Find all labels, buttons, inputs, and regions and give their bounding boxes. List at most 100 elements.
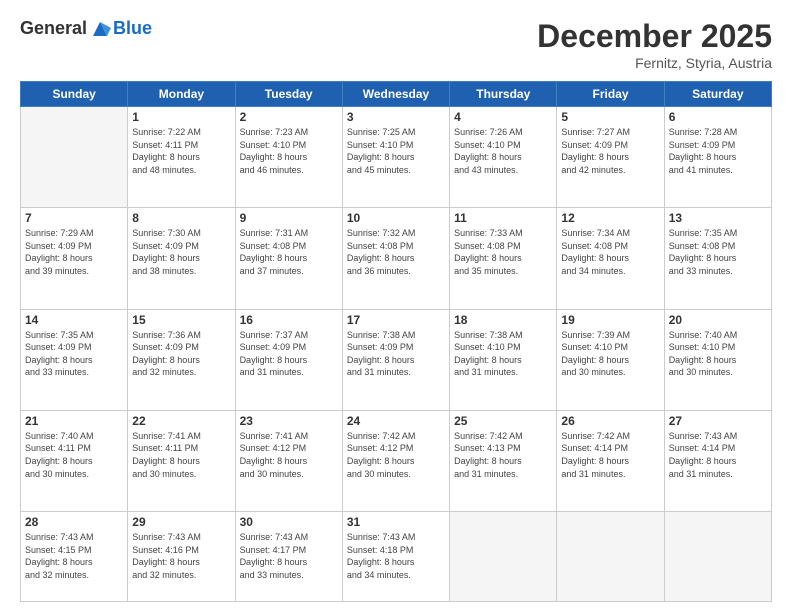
week-row-5: 28Sunrise: 7:43 AMSunset: 4:15 PMDayligh… [21, 512, 772, 602]
weekday-header-sunday: Sunday [21, 82, 128, 107]
calendar-cell: 5 Sunrise: 7:27 AMSunset: 4:09 PMDaylight… [557, 107, 664, 208]
cell-info: Sunrise: 7:23 AMSunset: 4:10 PMDaylight:… [240, 126, 338, 176]
calendar-cell: 23 Sunrise: 7:41 AMSunset: 4:12 PMDayligh… [235, 410, 342, 511]
calendar-table: SundayMondayTuesdayWednesdayThursdayFrid… [20, 81, 772, 602]
location: Fernitz, Styria, Austria [537, 55, 772, 71]
day-number: 22 [132, 414, 230, 428]
weekday-header-tuesday: Tuesday [235, 82, 342, 107]
calendar-cell: 30Sunrise: 7:43 AMSunset: 4:17 PMDayligh… [235, 512, 342, 602]
day-number: 19 [561, 313, 659, 327]
calendar-cell: 12 Sunrise: 7:34 AMSunset: 4:08 PMDayligh… [557, 208, 664, 309]
cell-info: Sunrise: 7:29 AMSunset: 4:09 PMDaylight:… [25, 227, 123, 277]
cell-info: Sunrise: 7:31 AMSunset: 4:08 PMDaylight:… [240, 227, 338, 277]
cell-info: Sunrise: 7:34 AMSunset: 4:08 PMDaylight:… [561, 227, 659, 277]
logo: General Blue [20, 18, 152, 40]
week-row-4: 21 Sunrise: 7:40 AMSunset: 4:11 PMDayligh… [21, 410, 772, 511]
day-number: 12 [561, 211, 659, 225]
cell-info: Sunrise: 7:22 AMSunset: 4:11 PMDaylight:… [132, 126, 230, 176]
calendar-cell: 8 Sunrise: 7:30 AMSunset: 4:09 PMDaylight… [128, 208, 235, 309]
calendar-cell: 2 Sunrise: 7:23 AMSunset: 4:10 PMDaylight… [235, 107, 342, 208]
cell-info: Sunrise: 7:27 AMSunset: 4:09 PMDaylight:… [561, 126, 659, 176]
day-number: 29 [132, 515, 230, 529]
calendar-cell: 9 Sunrise: 7:31 AMSunset: 4:08 PMDaylight… [235, 208, 342, 309]
day-number: 10 [347, 211, 445, 225]
cell-info: Sunrise: 7:25 AMSunset: 4:10 PMDaylight:… [347, 126, 445, 176]
day-number: 8 [132, 211, 230, 225]
weekday-header-row: SundayMondayTuesdayWednesdayThursdayFrid… [21, 82, 772, 107]
logo-blue: Blue [113, 18, 152, 39]
day-number: 11 [454, 211, 552, 225]
cell-info: Sunrise: 7:39 AMSunset: 4:10 PMDaylight:… [561, 329, 659, 379]
cell-info: Sunrise: 7:43 AMSunset: 4:15 PMDaylight:… [25, 531, 123, 581]
calendar-cell: 17 Sunrise: 7:38 AMSunset: 4:09 PMDayligh… [342, 309, 449, 410]
day-number: 27 [669, 414, 767, 428]
day-number: 31 [347, 515, 445, 529]
calendar-cell [21, 107, 128, 208]
calendar-cell: 18 Sunrise: 7:38 AMSunset: 4:10 PMDayligh… [450, 309, 557, 410]
cell-info: Sunrise: 7:42 AMSunset: 4:13 PMDaylight:… [454, 430, 552, 480]
cell-info: Sunrise: 7:41 AMSunset: 4:11 PMDaylight:… [132, 430, 230, 480]
day-number: 2 [240, 110, 338, 124]
title-block: December 2025 Fernitz, Styria, Austria [537, 18, 772, 71]
logo-text: General [20, 18, 111, 40]
week-row-3: 14 Sunrise: 7:35 AMSunset: 4:09 PMDayligh… [21, 309, 772, 410]
calendar-cell: 31 Sunrise: 7:43 AMSunset: 4:18 PMDayligh… [342, 512, 449, 602]
header: General Blue December 2025 Fernitz, Styr… [20, 18, 772, 71]
day-number: 21 [25, 414, 123, 428]
week-row-1: 1 Sunrise: 7:22 AMSunset: 4:11 PMDaylight… [21, 107, 772, 208]
calendar-cell: 16Sunrise: 7:37 AMSunset: 4:09 PMDayligh… [235, 309, 342, 410]
day-number: 5 [561, 110, 659, 124]
day-number: 9 [240, 211, 338, 225]
calendar-cell: 10 Sunrise: 7:32 AMSunset: 4:08 PMDayligh… [342, 208, 449, 309]
calendar-cell: 20 Sunrise: 7:40 AMSunset: 4:10 PMDayligh… [664, 309, 771, 410]
calendar-cell: 3 Sunrise: 7:25 AMSunset: 4:10 PMDaylight… [342, 107, 449, 208]
cell-info: Sunrise: 7:42 AMSunset: 4:14 PMDaylight:… [561, 430, 659, 480]
calendar-cell: 27Sunrise: 7:43 AMSunset: 4:14 PMDayligh… [664, 410, 771, 511]
calendar-cell: 13Sunrise: 7:35 AMSunset: 4:08 PMDayligh… [664, 208, 771, 309]
day-number: 23 [240, 414, 338, 428]
cell-info: Sunrise: 7:35 AMSunset: 4:08 PMDaylight:… [669, 227, 767, 277]
day-number: 30 [240, 515, 338, 529]
cell-info: Sunrise: 7:38 AMSunset: 4:09 PMDaylight:… [347, 329, 445, 379]
day-number: 3 [347, 110, 445, 124]
day-number: 14 [25, 313, 123, 327]
day-number: 18 [454, 313, 552, 327]
calendar-cell: 4Sunrise: 7:26 AMSunset: 4:10 PMDaylight… [450, 107, 557, 208]
logo-icon [89, 18, 111, 40]
cell-info: Sunrise: 7:40 AMSunset: 4:11 PMDaylight:… [25, 430, 123, 480]
week-row-2: 7 Sunrise: 7:29 AMSunset: 4:09 PMDaylight… [21, 208, 772, 309]
calendar-cell: 1 Sunrise: 7:22 AMSunset: 4:11 PMDaylight… [128, 107, 235, 208]
calendar-cell: 28Sunrise: 7:43 AMSunset: 4:15 PMDayligh… [21, 512, 128, 602]
calendar-cell [450, 512, 557, 602]
day-number: 4 [454, 110, 552, 124]
cell-info: Sunrise: 7:35 AMSunset: 4:09 PMDaylight:… [25, 329, 123, 379]
weekday-header-friday: Friday [557, 82, 664, 107]
day-number: 25 [454, 414, 552, 428]
calendar-cell: 7 Sunrise: 7:29 AMSunset: 4:09 PMDaylight… [21, 208, 128, 309]
calendar-cell: 22 Sunrise: 7:41 AMSunset: 4:11 PMDayligh… [128, 410, 235, 511]
cell-info: Sunrise: 7:36 AMSunset: 4:09 PMDaylight:… [132, 329, 230, 379]
cell-info: Sunrise: 7:30 AMSunset: 4:09 PMDaylight:… [132, 227, 230, 277]
day-number: 16 [240, 313, 338, 327]
cell-info: Sunrise: 7:43 AMSunset: 4:18 PMDaylight:… [347, 531, 445, 581]
day-number: 17 [347, 313, 445, 327]
cell-info: Sunrise: 7:38 AMSunset: 4:10 PMDaylight:… [454, 329, 552, 379]
weekday-header-thursday: Thursday [450, 82, 557, 107]
calendar-cell: 11Sunrise: 7:33 AMSunset: 4:08 PMDayligh… [450, 208, 557, 309]
day-number: 26 [561, 414, 659, 428]
cell-info: Sunrise: 7:40 AMSunset: 4:10 PMDaylight:… [669, 329, 767, 379]
day-number: 24 [347, 414, 445, 428]
calendar-cell: 6Sunrise: 7:28 AMSunset: 4:09 PMDaylight… [664, 107, 771, 208]
cell-info: Sunrise: 7:32 AMSunset: 4:08 PMDaylight:… [347, 227, 445, 277]
calendar-cell: 19 Sunrise: 7:39 AMSunset: 4:10 PMDayligh… [557, 309, 664, 410]
day-number: 1 [132, 110, 230, 124]
cell-info: Sunrise: 7:41 AMSunset: 4:12 PMDaylight:… [240, 430, 338, 480]
page: General Blue December 2025 Fernitz, Styr… [0, 0, 792, 612]
calendar-cell: 25 Sunrise: 7:42 AMSunset: 4:13 PMDayligh… [450, 410, 557, 511]
day-number: 7 [25, 211, 123, 225]
day-number: 20 [669, 313, 767, 327]
weekday-header-monday: Monday [128, 82, 235, 107]
calendar-cell: 26 Sunrise: 7:42 AMSunset: 4:14 PMDayligh… [557, 410, 664, 511]
calendar-cell: 14 Sunrise: 7:35 AMSunset: 4:09 PMDayligh… [21, 309, 128, 410]
calendar-cell [557, 512, 664, 602]
